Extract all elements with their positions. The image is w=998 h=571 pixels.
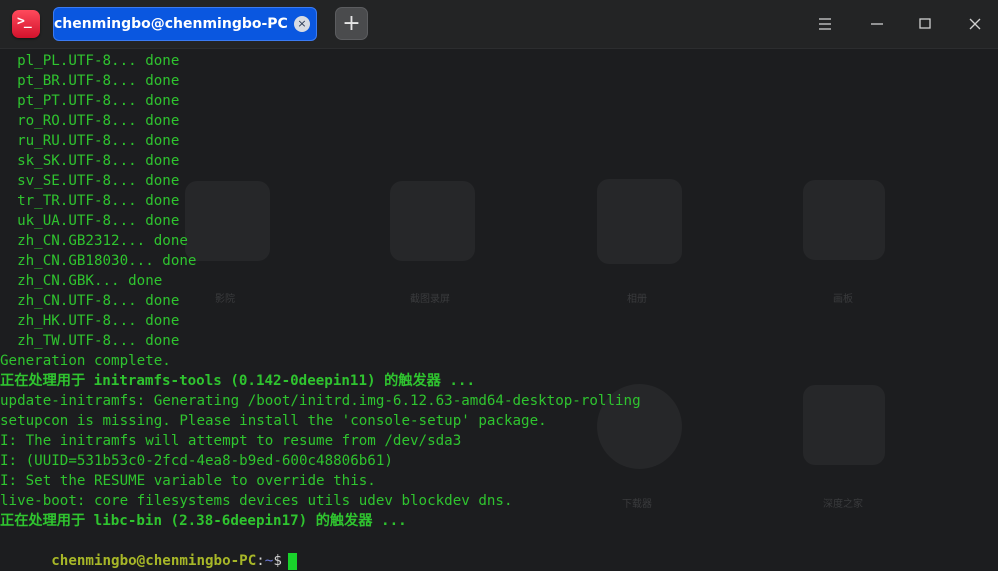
terminal-line: 正在处理用于 initramfs-tools (0.142-0deepin11)… bbox=[0, 373, 475, 389]
terminal-line: setupcon is missing. Please install the … bbox=[0, 413, 547, 429]
deepin-home-ghost-icon bbox=[803, 385, 885, 465]
terminal-line: I: (UUID=531b53c0-2fcd-4ea8-b9ed-600c488… bbox=[0, 453, 393, 469]
terminal-lines: pl_PL.UTF-8... done pt_BR.UTF-8... done … bbox=[0, 51, 641, 570]
terminal-line: I: Set the RESUME variable to override t… bbox=[0, 473, 376, 489]
new-tab-button[interactable]: + bbox=[335, 7, 368, 40]
terminal-line: Generation complete. bbox=[0, 353, 171, 369]
terminal-line: sk_SK.UTF-8... done bbox=[0, 153, 180, 169]
terminal-line: I: The initramfs will attempt to resume … bbox=[0, 433, 462, 449]
terminal-line: uk_UA.UTF-8... done bbox=[0, 213, 180, 229]
minimize-icon[interactable] bbox=[865, 12, 889, 36]
terminal-line: pl_PL.UTF-8... done bbox=[0, 53, 180, 69]
terminal-line: zh_TW.UTF-8... done bbox=[0, 333, 180, 349]
maximize-icon[interactable] bbox=[913, 12, 937, 36]
terminal-line: pt_BR.UTF-8... done bbox=[0, 73, 180, 89]
terminal-app-icon[interactable]: >_ bbox=[12, 10, 40, 38]
terminal-line: zh_CN.GBK... done bbox=[0, 273, 163, 289]
text-cursor bbox=[287, 552, 297, 570]
ghost-label: 深度之家 bbox=[823, 499, 863, 510]
terminal-line: zh_CN.UTF-8... done bbox=[0, 293, 180, 309]
tab-title: chenmingbo@chenmingbo-PC: ~ bbox=[54, 16, 288, 32]
tab-terminal-session[interactable]: chenmingbo@chenmingbo-PC: ~ × bbox=[53, 7, 317, 41]
terminal-line: pt_PT.UTF-8... done bbox=[0, 93, 180, 109]
menu-icon[interactable] bbox=[813, 12, 837, 36]
title-bar: >_ chenmingbo@chenmingbo-PC: ~ × + bbox=[0, 0, 998, 49]
terminal-line: 正在处理用于 libc-bin (2.38-6deepin17) 的触发器 ..… bbox=[0, 513, 407, 529]
draw-app-ghost-icon bbox=[803, 180, 885, 260]
terminal-line: live-boot: core filesystems devices util… bbox=[0, 493, 513, 509]
terminal-line: zh_HK.UTF-8... done bbox=[0, 313, 180, 329]
terminal-line: zh_CN.GB2312... done bbox=[0, 233, 188, 249]
close-window-icon[interactable] bbox=[963, 12, 987, 36]
prompt-separator: : bbox=[256, 553, 265, 569]
terminal-line: zh_CN.GB18030... done bbox=[0, 253, 197, 269]
ghost-label: 画板 bbox=[833, 294, 853, 305]
terminal-output-area[interactable]: 影院 截图录屏 相册 画板 下载器 深度之家 pl_PL.UTF-8... do… bbox=[0, 49, 998, 571]
prompt-line[interactable]: chenmingbo@chenmingbo-PC:~$ bbox=[0, 531, 641, 570]
terminal-line: tr_TR.UTF-8... done bbox=[0, 193, 180, 209]
prompt-user-host: chenmingbo@chenmingbo-PC bbox=[51, 553, 257, 569]
terminal-line: sv_SE.UTF-8... done bbox=[0, 173, 180, 189]
close-tab-icon[interactable]: × bbox=[294, 16, 310, 32]
terminal-line: ru_RU.UTF-8... done bbox=[0, 133, 180, 149]
prompt-symbol: $ bbox=[273, 553, 282, 569]
terminal-line: update-initramfs: Generating /boot/initr… bbox=[0, 393, 641, 409]
terminal-line: ro_RO.UTF-8... done bbox=[0, 113, 180, 129]
